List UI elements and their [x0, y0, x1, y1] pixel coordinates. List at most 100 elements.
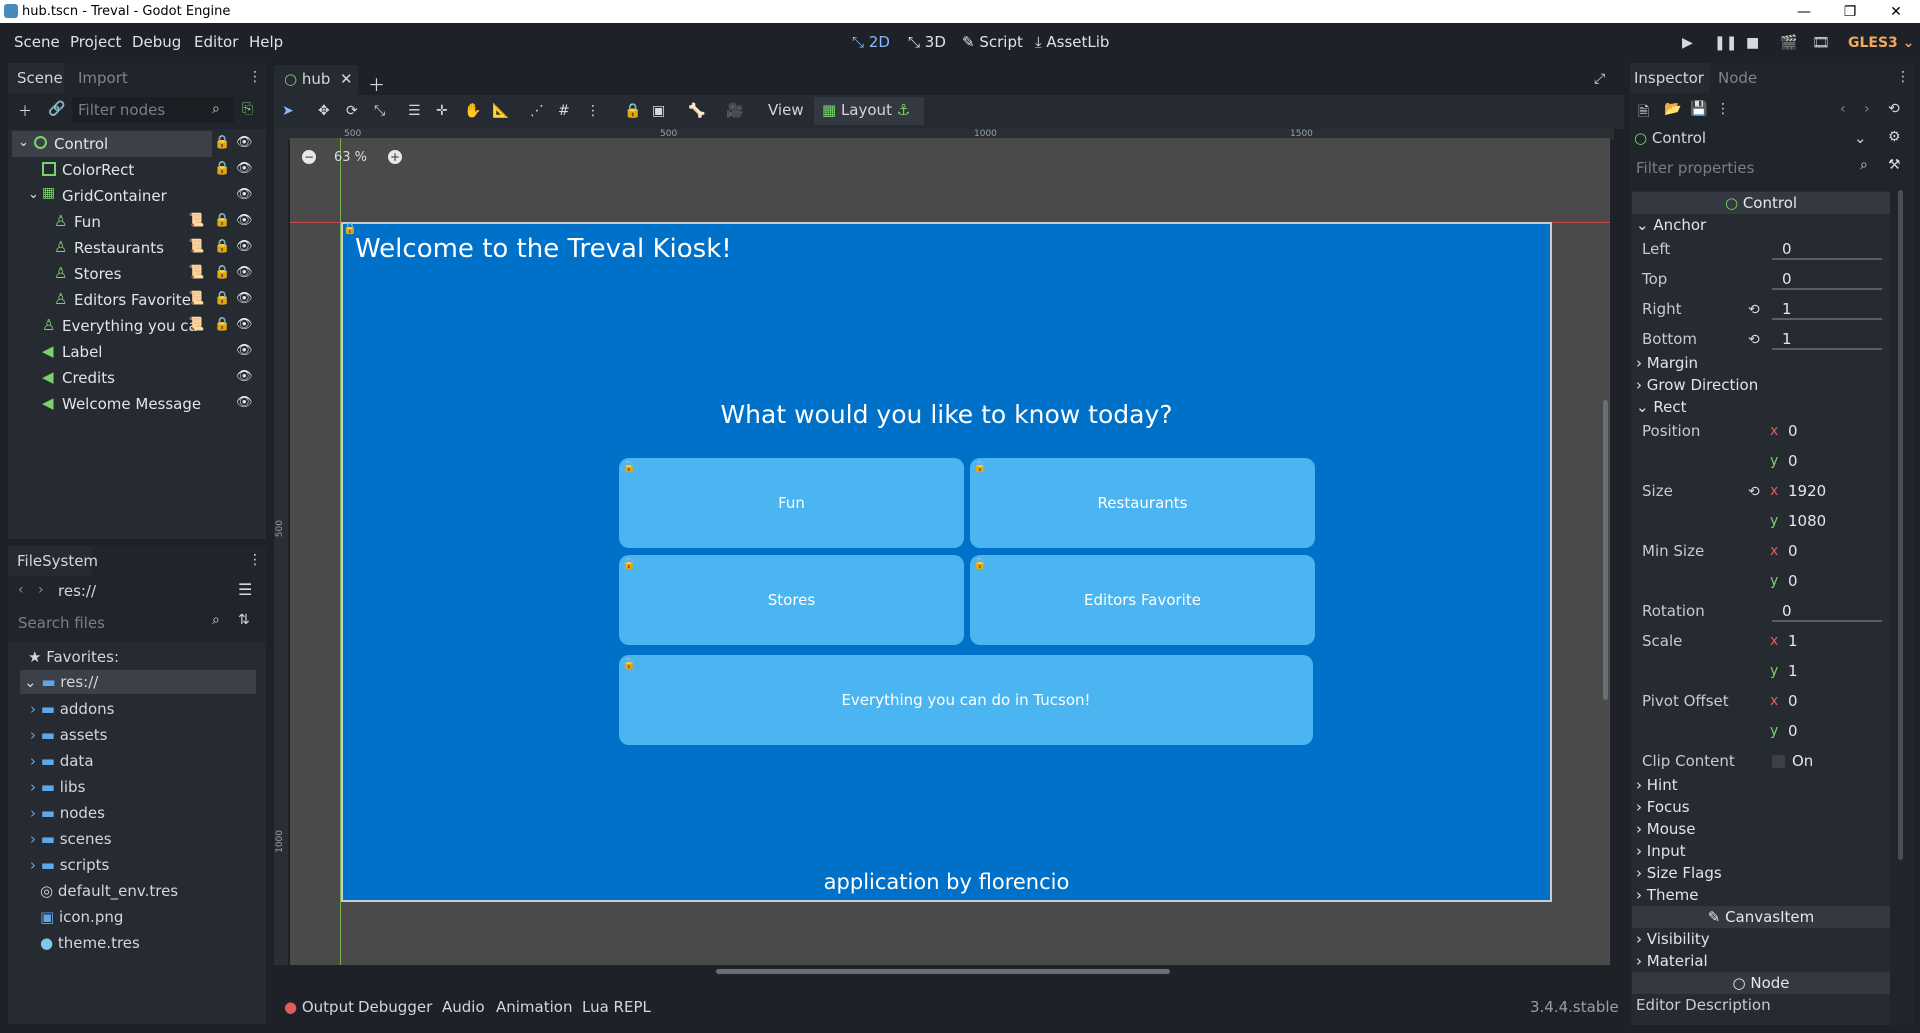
- folder-addons[interactable]: › ▬ addons: [30, 700, 114, 718]
- pause-icon[interactable]: ❚❚: [1714, 35, 1737, 51]
- restaurants-button[interactable]: Restaurants: [970, 458, 1315, 548]
- mode-script-button[interactable]: ✎ Script: [962, 33, 1023, 51]
- play-icon[interactable]: ▶: [1682, 35, 1693, 51]
- tree-node-gridcontainer[interactable]: ⌄ ▦ GridContainer: [12, 183, 260, 209]
- zoom-out-icon[interactable]: −: [302, 150, 316, 164]
- folder-data[interactable]: › ▬ data: [30, 752, 94, 770]
- lock-icon[interactable]: 🔒: [214, 161, 230, 176]
- object-selector[interactable]: ○ Control ⌄: [1634, 127, 1874, 151]
- fun-button[interactable]: Fun: [619, 458, 964, 548]
- visibility-icon[interactable]: 👁: [236, 317, 253, 332]
- section-size-flags[interactable]: › Size Flags: [1636, 864, 1722, 882]
- minimize-icon[interactable]: —: [1781, 0, 1827, 23]
- add-tab-icon[interactable]: ＋: [368, 71, 385, 96]
- menu-editor[interactable]: Editor: [194, 33, 238, 51]
- instance-scene-icon[interactable]: ⎘: [242, 101, 253, 117]
- tab-audio[interactable]: Audio: [442, 998, 485, 1016]
- distraction-free-icon[interactable]: ⤢: [1594, 71, 1605, 87]
- close-icon[interactable]: ✕: [1873, 0, 1919, 23]
- mode-assetlib-button[interactable]: ⤓ AssetLib: [1035, 33, 1109, 51]
- dock-menu-icon[interactable]: ⋮: [248, 69, 262, 85]
- smart-snap-icon[interactable]: ⋰: [530, 103, 544, 119]
- visibility-icon[interactable]: 👁: [236, 161, 253, 176]
- mode-2d-button[interactable]: ⤡ 2D: [852, 33, 890, 51]
- tree-node-credits[interactable]: ◀ Credits: [12, 365, 260, 391]
- tab-node[interactable]: Node: [1718, 69, 1757, 87]
- prop-scale-x[interactable]: 1: [1788, 632, 1798, 650]
- prop-min-size-x[interactable]: 0: [1788, 542, 1798, 560]
- folder-nodes[interactable]: › ▬ nodes: [30, 804, 105, 822]
- prop-pivot-y[interactable]: 0: [1788, 722, 1798, 740]
- visibility-icon[interactable]: 👁: [236, 135, 253, 150]
- script-icon[interactable]: 📜: [188, 213, 204, 228]
- folder-libs[interactable]: › ▬ libs: [30, 778, 85, 796]
- resource-menu-icon[interactable]: ⋮: [1716, 101, 1730, 117]
- prop-bottom-value[interactable]: 1: [1782, 330, 1792, 348]
- editors-favorite-button[interactable]: Editors Favorite: [970, 555, 1315, 645]
- prop-right-value[interactable]: 1: [1782, 300, 1792, 318]
- script-icon[interactable]: 📜: [188, 239, 204, 254]
- visibility-icon[interactable]: 👁: [236, 343, 253, 358]
- tab-lua-repl[interactable]: Lua REPL: [582, 998, 651, 1016]
- pan-tool-icon[interactable]: ✋: [464, 103, 481, 119]
- renderer-select[interactable]: GLES3 ⌄: [1848, 35, 1914, 51]
- res-root-row[interactable]: ⌄ ▬ res://: [20, 670, 256, 694]
- lock-icon[interactable]: 🔒: [214, 213, 230, 228]
- script-icon[interactable]: 📜: [188, 265, 204, 280]
- revert-icon[interactable]: ⟲: [1748, 484, 1760, 500]
- section-hint[interactable]: › Hint: [1636, 776, 1678, 794]
- menu-scene[interactable]: Scene: [14, 33, 60, 51]
- dock-menu-icon[interactable]: ⋮: [1896, 69, 1910, 85]
- ruler-tool-icon[interactable]: 📐: [492, 103, 509, 119]
- move-tool-icon[interactable]: ✥: [318, 103, 330, 119]
- prop-left-value[interactable]: 0: [1782, 240, 1792, 258]
- pivot-tool-icon[interactable]: ✛: [436, 103, 448, 119]
- prop-size-x[interactable]: 1920: [1788, 482, 1826, 500]
- stop-icon[interactable]: ■: [1746, 35, 1759, 51]
- object-properties-icon[interactable]: ⚙: [1888, 129, 1901, 145]
- close-tab-icon[interactable]: ✕: [340, 70, 353, 88]
- lock-icon[interactable]: 🔒: [214, 317, 230, 332]
- history-icon[interactable]: ⟲: [1888, 101, 1900, 117]
- history-back-icon[interactable]: ‹: [1840, 101, 1846, 117]
- lock-icon[interactable]: 🔒: [214, 239, 230, 254]
- sort-icon[interactable]: ⇅: [238, 612, 250, 628]
- prop-position-x[interactable]: 0: [1788, 422, 1798, 440]
- zoom-level[interactable]: 63 %: [334, 150, 367, 165]
- tab-output[interactable]: ● Output: [284, 998, 354, 1016]
- visibility-icon[interactable]: 👁: [236, 395, 253, 410]
- layout-menu[interactable]: ▦ Layout ⚓: [814, 97, 924, 125]
- folder-scenes[interactable]: › ▬ scenes: [30, 830, 112, 848]
- grid-snap-icon[interactable]: #: [558, 103, 570, 119]
- prop-pivot-x[interactable]: 0: [1788, 692, 1798, 710]
- group-selected-icon[interactable]: ▣: [652, 103, 665, 119]
- horizontal-scrollbar[interactable]: [716, 969, 1170, 974]
- tab-scene[interactable]: Scene: [8, 63, 64, 93]
- split-view-icon[interactable]: ☰: [238, 580, 252, 599]
- folder-scripts[interactable]: › ▬ scripts: [30, 856, 109, 874]
- section-focus[interactable]: › Focus: [1636, 798, 1690, 816]
- camera-override-icon[interactable]: 🎥: [726, 103, 743, 119]
- section-grow-direction[interactable]: › Grow Direction: [1636, 376, 1758, 394]
- stores-button[interactable]: Stores: [619, 555, 964, 645]
- kiosk-background[interactable]: 🔒 Welcome to the Treval Kiosk! What woul…: [341, 222, 1552, 902]
- prop-top-value[interactable]: 0: [1782, 270, 1792, 288]
- new-resource-icon[interactable]: 🗎: [1638, 101, 1649, 125]
- vertical-scrollbar[interactable]: [1603, 400, 1608, 700]
- filter-nodes-input[interactable]: Filter nodes: [72, 97, 234, 123]
- prop-min-size-y[interactable]: 0: [1788, 572, 1798, 590]
- file-icon-png[interactable]: ▣ icon.png: [40, 908, 123, 926]
- lock-icon[interactable]: 🔒: [214, 265, 230, 280]
- tree-node-label[interactable]: ◀ Label: [12, 339, 260, 365]
- back-icon[interactable]: ‹: [18, 582, 24, 598]
- save-resource-icon[interactable]: 💾: [1690, 101, 1707, 117]
- history-forward-icon[interactable]: ›: [1864, 101, 1870, 117]
- visibility-icon[interactable]: 👁: [236, 213, 253, 228]
- tree-node-control[interactable]: ⌄ Control: [12, 131, 212, 157]
- list-select-icon[interactable]: ☰: [408, 103, 421, 119]
- mode-3d-button[interactable]: ⤡ 3D: [908, 33, 946, 51]
- revert-icon[interactable]: ⟲: [1748, 332, 1760, 348]
- snap-options-icon[interactable]: ⋮: [586, 103, 600, 119]
- section-margin[interactable]: › Margin: [1636, 354, 1698, 372]
- prop-scale-y[interactable]: 1: [1788, 662, 1798, 680]
